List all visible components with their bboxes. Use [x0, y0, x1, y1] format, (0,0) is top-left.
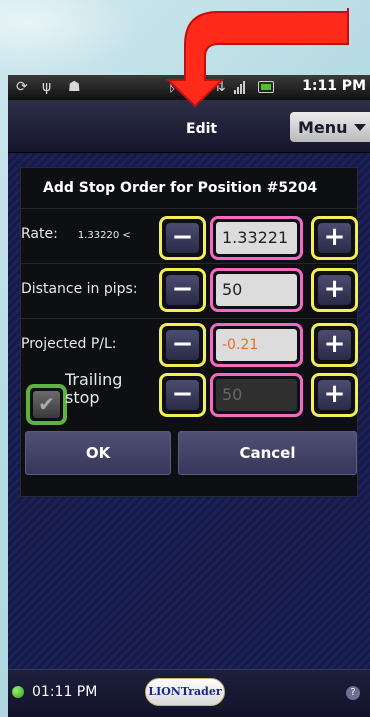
status-time: 1:11 PM — [302, 78, 366, 94]
dialog-title: Add Stop Order for Position #5204 — [43, 180, 318, 196]
distance-input[interactable]: 50 — [210, 268, 303, 312]
liontrader-logo: LIONTrader — [145, 678, 225, 706]
usb-icon: ψ — [42, 79, 52, 95]
rate-label: Rate: 1.33220 < — [21, 226, 131, 242]
distance-row: Distance in pips: − 50 + — [21, 263, 359, 318]
plus-icon: + — [318, 330, 351, 360]
data-transfer-icon: ⇅ — [214, 79, 226, 95]
projected-pl-row: Projected P/L: − -0.21 + — [21, 318, 359, 373]
distance-increment-button[interactable]: + — [311, 268, 358, 312]
background-decoration — [0, 0, 370, 75]
ok-button[interactable]: OK — [25, 431, 171, 475]
footer-bar: 01:11 PM LIONTrader ? — [8, 669, 370, 717]
menu-button[interactable]: Menu — [290, 112, 370, 142]
chevron-down-icon — [353, 123, 366, 131]
footer-time: 01:11 PM — [32, 684, 98, 700]
title-bar: Edit Menu — [8, 100, 370, 153]
minus-icon: − — [166, 330, 199, 360]
menu-label: Menu — [298, 117, 348, 137]
trailing-stop-checkbox[interactable]: ✔ — [26, 384, 67, 425]
signal-icon — [234, 81, 245, 94]
pl-increment-button[interactable]: + — [311, 323, 358, 367]
trailing-stop-label: Trailing stop — [65, 370, 123, 407]
minus-icon: − — [166, 275, 199, 305]
cancel-button[interactable]: Cancel — [178, 431, 357, 475]
current-rate: 1.33220 < — [77, 230, 131, 241]
trailing-stop-row: ✔ Trailing stop − 50 + — [21, 370, 359, 428]
stop-order-dialog: Add Stop Order for Position #5204 Rate: 1… — [20, 167, 359, 497]
trailing-increment-button[interactable]: + — [311, 373, 358, 417]
projected-pl-label: Projected P/L: — [21, 336, 117, 352]
help-icon[interactable]: ? — [346, 686, 360, 700]
pl-decrement-button[interactable]: − — [159, 323, 206, 367]
checkmark-icon: ✔ — [33, 391, 60, 418]
plus-icon: + — [318, 380, 351, 410]
status-bar: ⟳ ψ ☗ ᛒ ⇅ 1:11 PM — [8, 75, 370, 100]
rate-increment-button[interactable]: + — [311, 216, 358, 260]
bluetooth-icon: ᛒ — [168, 79, 177, 95]
trailing-stop-input[interactable]: 50 — [210, 373, 303, 417]
android-icon: ☗ — [68, 79, 81, 95]
distance-decrement-button[interactable]: − — [159, 268, 206, 312]
projected-pl-input[interactable]: -0.21 — [210, 323, 303, 367]
plus-icon: + — [318, 223, 351, 253]
rate-input[interactable]: 1.33221 — [210, 216, 303, 260]
page-title: Edit — [186, 121, 218, 137]
rate-row: Rate: 1.33220 < − 1.33221 + — [21, 208, 359, 263]
phone-screen: ⟳ ψ ☗ ᛒ ⇅ 1:11 PM Edit Menu Add Stop Ord… — [8, 75, 370, 717]
connection-status-icon — [12, 686, 24, 698]
distance-label: Distance in pips: — [21, 281, 138, 297]
sync-icon: ⟳ — [16, 79, 28, 95]
plus-icon: + — [318, 275, 351, 305]
trailing-decrement-button[interactable]: − — [159, 373, 206, 417]
battery-icon — [258, 81, 274, 93]
rate-decrement-button[interactable]: − — [159, 216, 206, 260]
minus-icon: − — [166, 380, 199, 410]
minus-icon: − — [166, 223, 199, 253]
